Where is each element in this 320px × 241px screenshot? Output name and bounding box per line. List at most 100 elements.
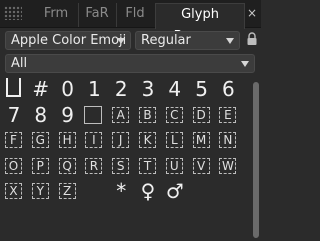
glyph-cell[interactable]: V	[189, 153, 215, 179]
glyph-char: Y	[36, 184, 44, 198]
glyph-char: F	[10, 133, 17, 147]
font-family-select[interactable]: Apple Color Emoji	[5, 31, 131, 50]
glyph-cell[interactable]: R	[81, 153, 107, 179]
glyph-cell[interactable]: 3	[135, 76, 161, 102]
glyph-cell[interactable]: 1	[81, 76, 107, 102]
glyph-frame: N	[219, 132, 237, 148]
glyph-cell[interactable]: 4	[162, 76, 188, 102]
glyph-cell[interactable]: S	[108, 153, 134, 179]
glyph-cell[interactable]: *	[108, 178, 134, 204]
glyph-cell[interactable]	[81, 102, 107, 128]
glyph-char: A	[116, 107, 125, 122]
glyph-cell[interactable]: W	[215, 153, 241, 179]
glyph-cell[interactable]: 0	[55, 76, 81, 102]
glyph-cell[interactable]: G	[28, 127, 54, 153]
glyph-char: M	[195, 133, 207, 147]
glyph-char: Q	[62, 158, 72, 173]
glyph-cell[interactable]: 6	[215, 76, 241, 102]
glyph-frame: Y	[31, 183, 49, 199]
tab-glyph-browser[interactable]: Glyph Browser	[155, 3, 245, 44]
glyph-frame: M	[192, 132, 210, 148]
glyph-cell[interactable]: #	[28, 76, 54, 102]
glyph-frame: O	[5, 157, 22, 174]
glyph-char: V	[196, 158, 206, 173]
tab-fld[interactable]: Fld	[116, 3, 153, 27]
glyph-cell[interactable]: B	[135, 102, 161, 128]
glyph-frame: U	[165, 157, 183, 174]
glyph-frame: D	[192, 106, 210, 123]
glyph-cell[interactable]: D	[189, 102, 215, 128]
glyph-char: *	[116, 179, 127, 203]
glyph-char: 2	[114, 77, 128, 101]
glyph-frame: X	[5, 183, 22, 199]
glyph-cell[interactable]: 5	[189, 76, 215, 102]
glyph-frame: E	[219, 106, 237, 123]
glyph-cell[interactable]: C	[162, 102, 188, 128]
glyph-cell[interactable]: L	[162, 127, 188, 153]
glyph-char: P	[36, 158, 44, 173]
tab-frm[interactable]: Frm	[36, 3, 76, 27]
glyph-cell[interactable]: P	[28, 153, 54, 179]
glyph-char: X	[9, 184, 18, 198]
glyph-char: J	[118, 133, 123, 147]
glyph-char: 1	[88, 77, 101, 101]
glyph-char: #	[32, 77, 50, 101]
glyph-cell[interactable]: 2	[108, 76, 134, 102]
glyph-char: S	[116, 158, 125, 173]
glyph-cell[interactable]: N	[215, 127, 241, 153]
glyph-cell[interactable]: T	[135, 153, 161, 179]
glyph-char: O	[8, 158, 19, 173]
glyph-frame: A	[112, 106, 130, 123]
glyph-char: R	[89, 158, 99, 173]
glyph-cell[interactable]: I	[81, 127, 107, 153]
glyph-frame: T	[139, 157, 156, 174]
lock-icon[interactable]	[246, 32, 258, 46]
glyph-char: W	[221, 158, 234, 173]
glyph-cell[interactable]: M	[189, 127, 215, 153]
glyph-frame: I	[85, 132, 103, 148]
glyph-cell[interactable]	[1, 76, 27, 102]
glyph-cell[interactable]: 9	[55, 102, 81, 128]
glyph-frame: K	[139, 132, 156, 148]
glyph-cell[interactable]: H	[55, 127, 81, 153]
glyph-char: 4	[168, 77, 182, 101]
glyph-cell[interactable]: J	[108, 127, 134, 153]
tab-far[interactable]: FaR	[78, 3, 115, 27]
glyph-cell[interactable]: ♀	[135, 178, 161, 204]
glyph-cell[interactable]	[81, 178, 107, 204]
drag-grip-icon[interactable]	[4, 6, 22, 20]
glyph-cell[interactable]: 7	[1, 102, 27, 128]
glyph-char: N	[223, 133, 233, 147]
glyph-char: 7	[7, 102, 21, 127]
glyph-char: T	[143, 158, 152, 173]
chevron-down-icon	[117, 38, 125, 44]
scrollbar-thumb[interactable]	[253, 82, 259, 238]
glyph-cell[interactable]: O	[1, 153, 27, 179]
glyph-cell[interactable]: X	[1, 178, 27, 204]
glyph-frame: W	[219, 157, 237, 174]
glyph-char: 6	[222, 77, 235, 101]
glyph-cell[interactable]: F	[1, 127, 27, 153]
glyph-cell[interactable]: U	[162, 153, 188, 179]
glyph-cell[interactable]: A	[108, 102, 134, 128]
chevron-down-icon	[241, 61, 249, 67]
glyph-filter-value: All	[11, 56, 28, 71]
glyph-cell[interactable]: E	[215, 102, 241, 128]
glyph-cell[interactable]: Z	[55, 178, 81, 204]
glyph-char: 0	[61, 77, 74, 101]
glyph-char: 8	[34, 102, 48, 127]
glyph-frame: Q	[58, 157, 76, 174]
glyph-char: ♂	[165, 179, 184, 203]
glyph-cell[interactable]: Y	[28, 178, 54, 204]
font-style-select[interactable]: Regular	[135, 31, 240, 50]
close-icon[interactable]: ×	[246, 5, 258, 21]
glyph-cell[interactable]: ♂	[162, 178, 188, 204]
glyph-filter-select[interactable]: All	[5, 54, 255, 73]
glyph-frame: L	[165, 132, 183, 148]
glyph-frame: J	[112, 132, 130, 148]
glyph-char: B	[143, 107, 152, 122]
glyph-frame: R	[85, 157, 103, 174]
glyph-cell[interactable]: Q	[55, 153, 81, 179]
glyph-cell[interactable]: 8	[28, 102, 54, 128]
glyph-cell[interactable]: K	[135, 127, 161, 153]
